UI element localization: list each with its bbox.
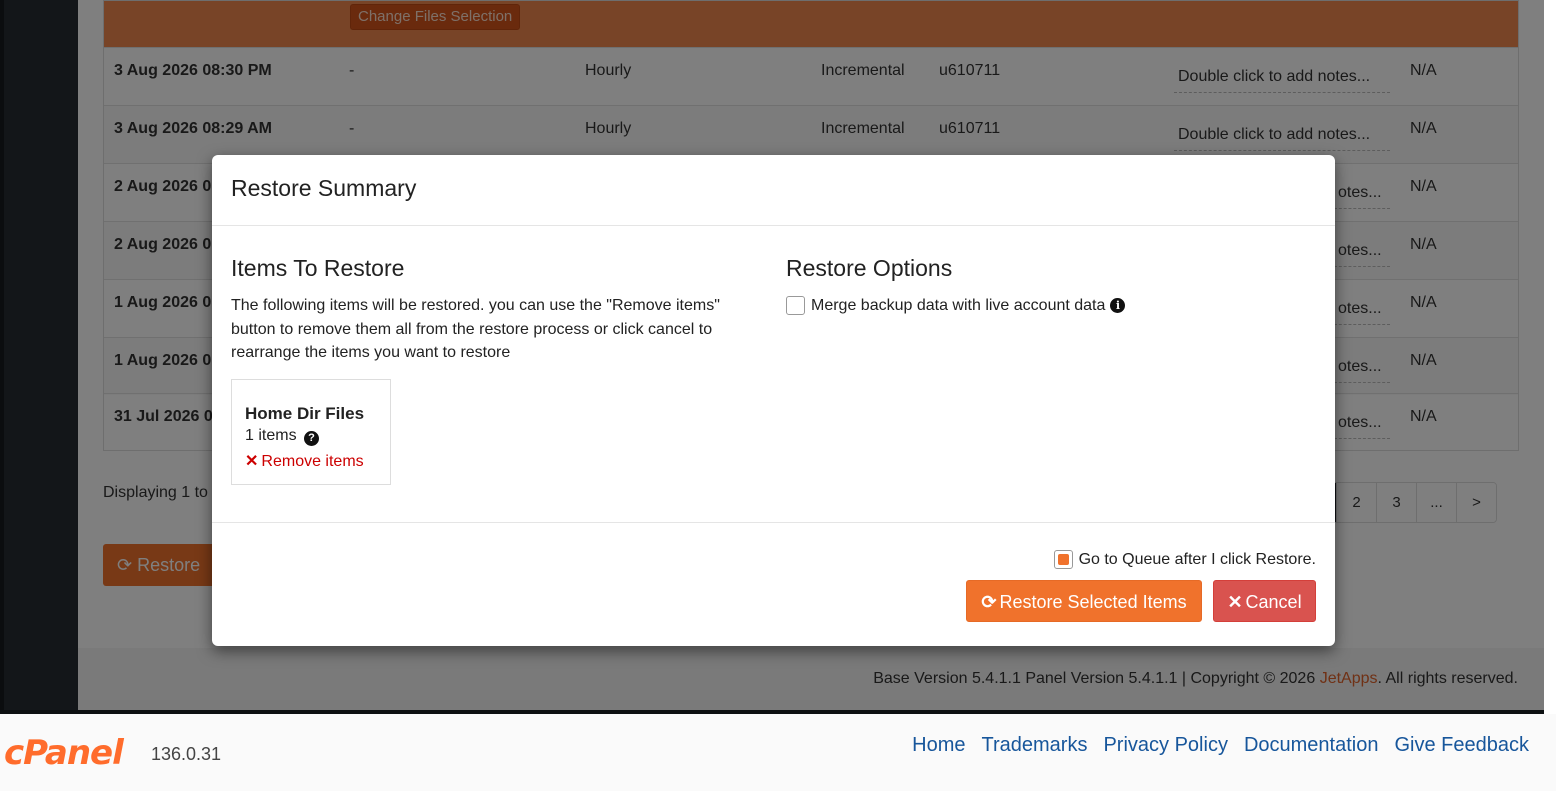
restore-item-card: Home Dir Files 1 items ? ✕ Remove items xyxy=(231,379,391,485)
close-icon: ✕ xyxy=(1227,592,1243,612)
queue-label[interactable]: Go to Queue after I click Restore. xyxy=(1079,551,1316,569)
queue-checkbox[interactable] xyxy=(1053,550,1073,569)
item-title: Home Dir Files xyxy=(245,404,365,423)
items-to-restore-heading: Items To Restore xyxy=(231,255,405,281)
modal-header: Restore Summary xyxy=(212,155,1335,226)
modal-title: Restore Summary xyxy=(231,175,417,201)
cancel-button[interactable]: ✕ Cancel xyxy=(1213,580,1316,622)
footer-link-trademarks[interactable]: Trademarks xyxy=(982,734,1088,757)
footer-link-documentation[interactable]: Documentation xyxy=(1244,734,1379,757)
cancel-label: Cancel xyxy=(1245,592,1302,612)
restore-summary-modal: Restore Summary Items To Restore The fol… xyxy=(212,155,1335,646)
merge-checkbox[interactable] xyxy=(786,296,805,315)
remove-items-link[interactable]: ✕ Remove items xyxy=(245,451,377,471)
items-description: The following items will be restored. yo… xyxy=(231,297,720,361)
info-icon[interactable]: i xyxy=(1110,298,1126,313)
cpanel-logo[interactable]: cPanel xyxy=(4,733,124,773)
modal-body: Items To Restore The following items wil… xyxy=(212,226,1335,523)
restore-options-heading: Restore Options xyxy=(786,255,953,281)
close-icon: ✕ xyxy=(245,453,259,470)
queue-option: Go to Queue after I click Restore. xyxy=(1053,550,1316,569)
refresh-icon: ⟳ xyxy=(981,592,997,612)
cpanel-footer: cPanel 136.0.31 Home Trademarks Privacy … xyxy=(0,714,1556,791)
remove-items-label: Remove items xyxy=(261,453,364,470)
cpanel-version: 136.0.31 xyxy=(151,744,222,764)
footer-link-feedback[interactable]: Give Feedback xyxy=(1394,734,1529,757)
footer-link-home[interactable]: Home xyxy=(912,734,965,757)
merge-label[interactable]: Merge backup data with live account data xyxy=(811,297,1105,315)
restore-selected-items-button[interactable]: ⟳ Restore Selected Items xyxy=(966,580,1202,622)
restore-selected-label: Restore Selected Items xyxy=(999,592,1187,612)
item-count: 1 items xyxy=(245,427,297,444)
footer-links: Home Trademarks Privacy Policy Documenta… xyxy=(912,734,1529,757)
item-count-row: 1 items ? xyxy=(245,427,377,446)
question-icon[interactable]: ? xyxy=(304,431,320,446)
modal-footer: Go to Queue after I click Restore. ⟳ Rest… xyxy=(212,523,1335,645)
footer-link-privacy[interactable]: Privacy Policy xyxy=(1103,734,1227,757)
scrollbar-area xyxy=(1544,0,1556,714)
merge-option: Merge backup data with live account data… xyxy=(786,296,1126,315)
